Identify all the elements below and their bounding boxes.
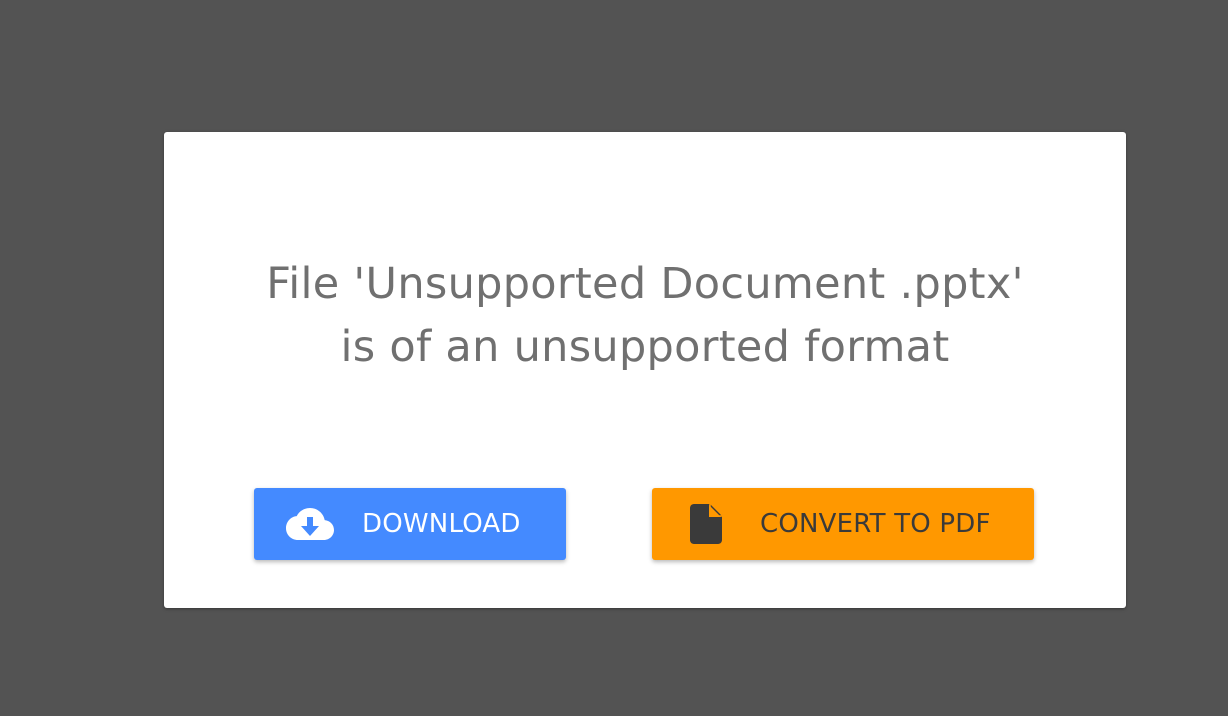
file-icon xyxy=(690,504,722,544)
unsupported-file-dialog: File 'Unsupported Document .pptx' is of … xyxy=(164,132,1126,608)
convert-button-label: CONVERT TO PDF xyxy=(760,509,991,539)
unsupported-format-message: File 'Unsupported Document .pptx' is of … xyxy=(164,253,1126,379)
message-line-1: File 'Unsupported Document .pptx' xyxy=(266,259,1024,309)
download-button-label: DOWNLOAD xyxy=(362,509,521,539)
convert-to-pdf-button[interactable]: CONVERT TO PDF xyxy=(652,488,1034,560)
cloud-download-icon xyxy=(286,508,334,540)
message-line-2: is of an unsupported format xyxy=(340,322,950,372)
download-button[interactable]: DOWNLOAD xyxy=(254,488,566,560)
